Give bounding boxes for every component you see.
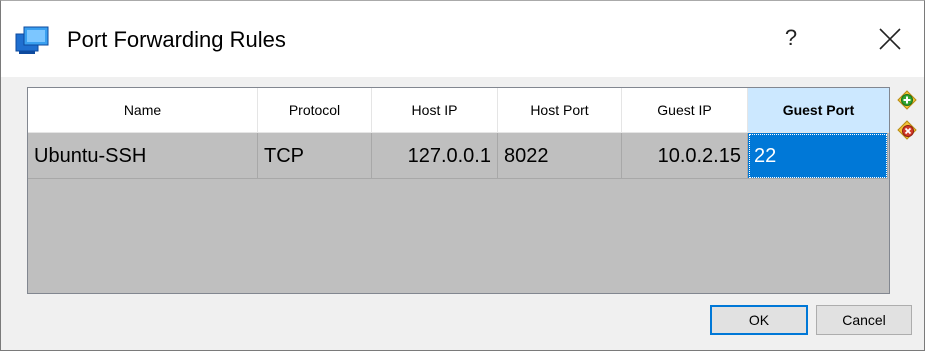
column-header-name[interactable]: Name [28,88,258,132]
cancel-button[interactable]: Cancel [816,305,912,335]
cell-name[interactable]: Ubuntu-SSH [28,133,258,179]
cell-protocol[interactable]: TCP [258,133,372,179]
table-header: Name Protocol Host IP Host Port Guest IP… [28,88,889,133]
column-header-host-ip[interactable]: Host IP [372,88,498,132]
cell-host-port[interactable]: 8022 [498,133,622,179]
table-row[interactable]: Ubuntu-SSH TCP 127.0.0.1 8022 10.0.2.15 … [28,133,889,179]
cell-guest-port-editor[interactable]: 22 [748,133,888,179]
column-header-host-port[interactable]: Host Port [498,88,622,132]
cell-guest-ip[interactable]: 10.0.2.15 [622,133,748,179]
add-rule-icon[interactable] [896,89,918,111]
column-header-guest-port[interactable]: Guest Port [748,88,889,132]
cell-host-ip[interactable]: 127.0.0.1 [372,133,498,179]
virtualbox-app-icon [15,26,49,54]
dialog-title: Port Forwarding Rules [67,27,286,52]
help-button[interactable]: ? [776,21,806,55]
rules-table[interactable]: Name Protocol Host IP Host Port Guest IP… [27,87,890,294]
column-header-protocol[interactable]: Protocol [258,88,372,132]
title-bar[interactable]: Port Forwarding Rules ? [1,1,924,77]
ok-button[interactable]: OK [710,305,808,335]
port-forwarding-dialog: Port Forwarding Rules ? Name Protocol Ho… [0,0,925,351]
close-icon[interactable] [874,23,906,55]
column-header-guest-ip[interactable]: Guest IP [622,88,748,132]
remove-rule-icon[interactable] [896,119,918,141]
